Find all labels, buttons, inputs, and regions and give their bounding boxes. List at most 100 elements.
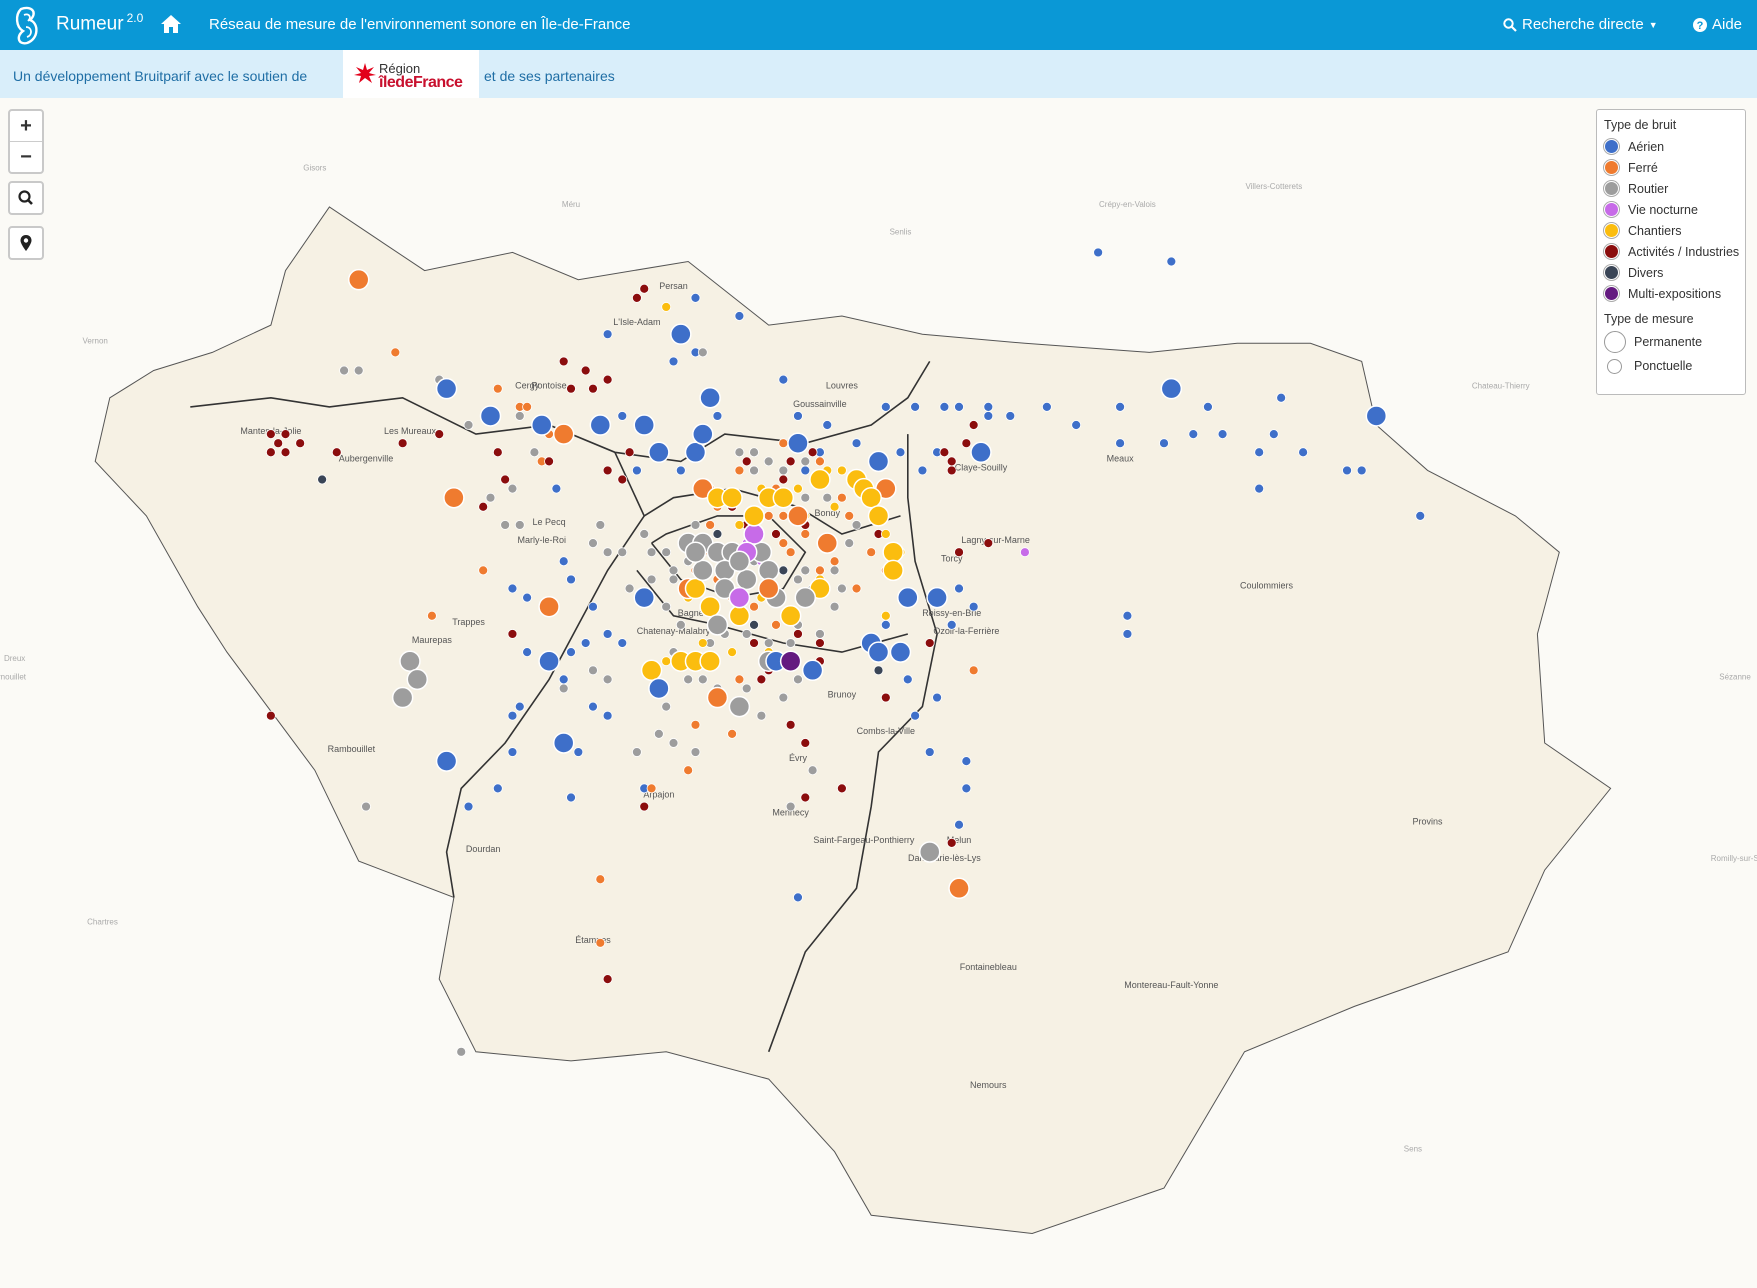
station-marker[interactable] [529, 447, 540, 458]
station-marker[interactable] [295, 438, 306, 449]
station-marker[interactable] [390, 347, 401, 358]
station-marker[interactable] [954, 819, 964, 830]
direct-search-dropdown[interactable]: Recherche directe ▼ [1503, 16, 1658, 33]
station-marker[interactable] [924, 638, 935, 648]
station-marker[interactable] [735, 568, 758, 591]
station-marker[interactable] [697, 638, 708, 648]
station-marker[interactable] [456, 1046, 467, 1057]
station-marker[interactable] [800, 456, 811, 467]
station-marker[interactable] [602, 329, 613, 340]
station-marker[interactable] [331, 447, 342, 458]
station-marker[interactable] [749, 465, 759, 476]
station-marker[interactable] [690, 719, 701, 730]
station-marker[interactable] [757, 559, 780, 582]
station-marker[interactable] [1122, 610, 1133, 621]
bruitparif-logo-icon[interactable] [12, 3, 42, 47]
station-marker[interactable] [801, 659, 824, 682]
station-marker[interactable] [514, 411, 525, 421]
station-marker[interactable] [500, 520, 511, 530]
station-marker[interactable] [961, 756, 972, 767]
station-marker[interactable] [794, 586, 817, 609]
station-marker[interactable] [829, 501, 840, 512]
station-marker[interactable] [699, 650, 721, 672]
station-marker[interactable] [728, 695, 751, 718]
station-marker[interactable] [946, 837, 957, 848]
station-marker[interactable] [1342, 465, 1352, 476]
station-marker[interactable] [1160, 377, 1183, 400]
station-marker[interactable] [800, 465, 811, 476]
map-search-button[interactable] [8, 181, 44, 215]
station-marker[interactable] [507, 629, 518, 639]
station-marker[interactable] [734, 447, 745, 458]
station-marker[interactable] [492, 383, 503, 394]
station-marker[interactable] [785, 547, 796, 558]
station-marker[interactable] [653, 728, 664, 739]
station-marker[interactable] [1122, 629, 1133, 639]
help-button[interactable]: ? Aide [1693, 16, 1742, 33]
station-marker[interactable] [646, 783, 657, 794]
station-marker[interactable] [646, 547, 657, 558]
station-marker[interactable] [566, 574, 576, 585]
station-marker[interactable] [699, 595, 721, 618]
station-marker[interactable] [507, 747, 518, 757]
station-marker[interactable] [538, 595, 560, 618]
station-marker[interactable] [697, 674, 708, 685]
station-marker[interactable] [522, 647, 532, 658]
station-marker[interactable] [280, 447, 291, 458]
station-marker[interactable] [946, 456, 957, 467]
station-marker[interactable] [778, 474, 789, 485]
station-marker[interactable] [265, 447, 276, 458]
station-marker[interactable] [648, 677, 670, 700]
station-marker[interactable] [800, 792, 811, 803]
station-marker[interactable] [602, 674, 613, 685]
station-marker[interactable] [589, 414, 612, 436]
station-marker[interactable] [463, 420, 474, 430]
station-marker[interactable] [924, 747, 935, 757]
station-marker[interactable] [633, 414, 655, 436]
station-marker[interactable] [265, 429, 276, 440]
station-marker[interactable] [866, 547, 877, 558]
station-marker[interactable] [492, 447, 503, 458]
station-marker[interactable] [639, 801, 650, 812]
station-marker[interactable] [860, 486, 882, 509]
station-marker[interactable] [668, 565, 679, 576]
station-marker[interactable] [397, 438, 408, 449]
station-marker[interactable] [1268, 429, 1279, 440]
station-marker[interactable] [807, 447, 818, 458]
station-marker[interactable] [632, 747, 642, 757]
station-marker[interactable] [939, 401, 950, 412]
station-marker[interactable] [646, 574, 657, 585]
station-marker[interactable] [624, 447, 635, 458]
station-marker[interactable] [954, 401, 964, 412]
station-marker[interactable] [668, 574, 679, 585]
station-marker[interactable] [793, 574, 803, 585]
station-marker[interactable] [734, 465, 745, 476]
station-marker[interactable] [675, 619, 686, 630]
region-idf-logo[interactable]: Région îledeFrance [343, 50, 479, 98]
station-marker[interactable] [954, 547, 964, 558]
station-marker[interactable] [880, 401, 891, 412]
station-marker[interactable] [1115, 438, 1125, 449]
station-marker[interactable] [1203, 401, 1213, 412]
station-marker[interactable] [771, 529, 781, 539]
station-marker[interactable] [946, 619, 957, 630]
station-marker[interactable] [692, 559, 714, 582]
station-marker[interactable] [932, 692, 942, 703]
station-marker[interactable] [538, 650, 560, 672]
station-marker[interactable] [522, 401, 532, 412]
station-marker[interactable] [1159, 438, 1169, 449]
station-marker[interactable] [822, 420, 833, 430]
station-marker[interactable] [867, 505, 890, 527]
station-marker[interactable] [544, 456, 554, 467]
station-marker[interactable] [829, 556, 840, 567]
station-marker[interactable] [699, 387, 721, 409]
map-canvas[interactable]: Gisors Méru Senlis Crépy-en-Valois Villers-C… [0, 98, 1757, 1288]
station-marker[interactable] [895, 447, 906, 458]
home-icon[interactable] [160, 13, 182, 35]
station-marker[interactable] [1415, 510, 1426, 521]
station-marker[interactable] [1356, 465, 1367, 476]
station-marker[interactable] [983, 401, 994, 412]
station-marker[interactable] [602, 374, 613, 385]
station-marker[interactable] [836, 492, 847, 503]
station-marker[interactable] [668, 356, 679, 367]
